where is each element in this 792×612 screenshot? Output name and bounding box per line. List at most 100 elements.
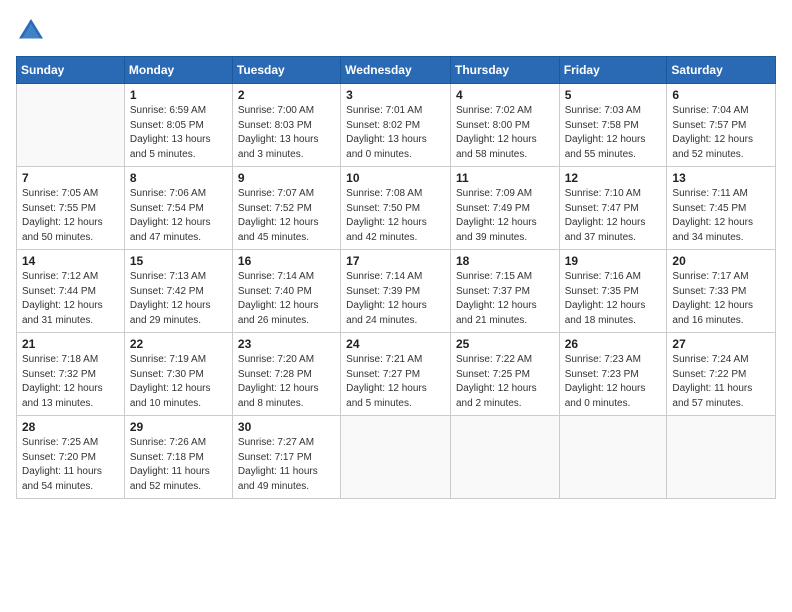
calendar-cell: 23 Sunrise: 7:20 AM Sunset: 7:28 PM Dayli… [232, 333, 340, 416]
calendar-cell: 29 Sunrise: 7:26 AM Sunset: 7:18 PM Dayli… [124, 416, 232, 499]
calendar-cell [450, 416, 559, 499]
logo-icon [16, 16, 46, 46]
day-number: 1 [130, 88, 227, 102]
calendar-cell: 26 Sunrise: 7:23 AM Sunset: 7:23 PM Dayli… [559, 333, 667, 416]
day-info: Sunrise: 7:05 AM Sunset: 7:55 PM Dayligh… [22, 187, 119, 245]
day-number: 12 [565, 171, 662, 185]
day-number: 21 [22, 337, 119, 351]
calendar-cell: 12 Sunrise: 7:10 AM Sunset: 7:47 PM Dayli… [559, 167, 667, 250]
calendar-cell: 18 Sunrise: 7:15 AM Sunset: 7:37 PM Dayli… [450, 250, 559, 333]
day-number: 22 [130, 337, 227, 351]
week-row-5: 28 Sunrise: 7:25 AM Sunset: 7:20 PM Dayli… [17, 416, 776, 499]
column-header-thursday: Thursday [450, 57, 559, 84]
day-info: Sunrise: 7:09 AM Sunset: 7:49 PM Dayligh… [456, 187, 554, 245]
day-number: 17 [346, 254, 445, 268]
day-info: Sunrise: 7:24 AM Sunset: 7:22 PM Dayligh… [672, 353, 770, 411]
calendar-cell: 22 Sunrise: 7:19 AM Sunset: 7:30 PM Dayli… [124, 333, 232, 416]
day-number: 26 [565, 337, 662, 351]
logo [16, 16, 50, 46]
day-number: 6 [672, 88, 770, 102]
calendar-cell: 5 Sunrise: 7:03 AM Sunset: 7:58 PM Daylig… [559, 84, 667, 167]
day-info: Sunrise: 7:11 AM Sunset: 7:45 PM Dayligh… [672, 187, 770, 245]
calendar-cell: 1 Sunrise: 6:59 AM Sunset: 8:05 PM Daylig… [124, 84, 232, 167]
calendar-cell [17, 84, 125, 167]
day-info: Sunrise: 7:15 AM Sunset: 7:37 PM Dayligh… [456, 270, 554, 328]
column-header-sunday: Sunday [17, 57, 125, 84]
day-number: 27 [672, 337, 770, 351]
calendar-cell: 8Sunrise: 7:06 AM Sunset: 7:54 PM Daylig… [124, 167, 232, 250]
day-info: Sunrise: 7:03 AM Sunset: 7:58 PM Dayligh… [565, 104, 662, 162]
day-info: Sunrise: 7:25 AM Sunset: 7:20 PM Dayligh… [22, 436, 119, 494]
day-info: Sunrise: 7:08 AM Sunset: 7:50 PM Dayligh… [346, 187, 445, 245]
day-number: 9 [238, 171, 335, 185]
day-number: 11 [456, 171, 554, 185]
calendar-cell: 27 Sunrise: 7:24 AM Sunset: 7:22 PM Dayli… [667, 333, 776, 416]
day-number: 14 [22, 254, 119, 268]
calendar-cell: 6 Sunrise: 7:04 AM Sunset: 7:57 PM Daylig… [667, 84, 776, 167]
week-row-4: 21 Sunrise: 7:18 AM Sunset: 7:32 PM Dayli… [17, 333, 776, 416]
day-info: Sunrise: 7:14 AM Sunset: 7:39 PM Dayligh… [346, 270, 445, 328]
week-row-2: 7Sunrise: 7:05 AM Sunset: 7:55 PM Daylig… [17, 167, 776, 250]
column-header-wednesday: Wednesday [341, 57, 451, 84]
calendar-cell: 10 Sunrise: 7:08 AM Sunset: 7:50 PM Dayli… [341, 167, 451, 250]
calendar-cell: 11 Sunrise: 7:09 AM Sunset: 7:49 PM Dayli… [450, 167, 559, 250]
column-header-monday: Monday [124, 57, 232, 84]
header-row: SundayMondayTuesdayWednesdayThursdayFrid… [17, 57, 776, 84]
day-number: 4 [456, 88, 554, 102]
day-info: Sunrise: 7:01 AM Sunset: 8:02 PM Dayligh… [346, 104, 445, 162]
day-info: Sunrise: 7:26 AM Sunset: 7:18 PM Dayligh… [130, 436, 227, 494]
page-header [16, 16, 776, 46]
day-number: 5 [565, 88, 662, 102]
day-number: 10 [346, 171, 445, 185]
day-info: Sunrise: 7:07 AM Sunset: 7:52 PM Dayligh… [238, 187, 335, 245]
day-number: 16 [238, 254, 335, 268]
day-info: Sunrise: 7:16 AM Sunset: 7:35 PM Dayligh… [565, 270, 662, 328]
day-info: Sunrise: 7:27 AM Sunset: 7:17 PM Dayligh… [238, 436, 335, 494]
day-number: 18 [456, 254, 554, 268]
day-info: Sunrise: 7:02 AM Sunset: 8:00 PM Dayligh… [456, 104, 554, 162]
calendar-cell: 21 Sunrise: 7:18 AM Sunset: 7:32 PM Dayli… [17, 333, 125, 416]
week-row-3: 14 Sunrise: 7:12 AM Sunset: 7:44 PM Dayli… [17, 250, 776, 333]
day-number: 30 [238, 420, 335, 434]
calendar-table: SundayMondayTuesdayWednesdayThursdayFrid… [16, 56, 776, 499]
day-number: 29 [130, 420, 227, 434]
calendar-cell: 15 Sunrise: 7:13 AM Sunset: 7:42 PM Dayli… [124, 250, 232, 333]
day-info: Sunrise: 7:13 AM Sunset: 7:42 PM Dayligh… [130, 270, 227, 328]
calendar-cell [559, 416, 667, 499]
day-info: Sunrise: 7:00 AM Sunset: 8:03 PM Dayligh… [238, 104, 335, 162]
day-number: 15 [130, 254, 227, 268]
day-number: 2 [238, 88, 335, 102]
day-info: Sunrise: 7:04 AM Sunset: 7:57 PM Dayligh… [672, 104, 770, 162]
day-number: 20 [672, 254, 770, 268]
day-number: 25 [456, 337, 554, 351]
calendar-cell: 13 Sunrise: 7:11 AM Sunset: 7:45 PM Dayli… [667, 167, 776, 250]
week-row-1: 1 Sunrise: 6:59 AM Sunset: 8:05 PM Daylig… [17, 84, 776, 167]
column-header-saturday: Saturday [667, 57, 776, 84]
calendar-cell: 19Sunrise: 7:16 AM Sunset: 7:35 PM Dayli… [559, 250, 667, 333]
calendar-cell [667, 416, 776, 499]
column-header-tuesday: Tuesday [232, 57, 340, 84]
day-info: Sunrise: 7:17 AM Sunset: 7:33 PM Dayligh… [672, 270, 770, 328]
calendar-cell: 16 Sunrise: 7:14 AM Sunset: 7:40 PM Dayli… [232, 250, 340, 333]
calendar-cell: 17 Sunrise: 7:14 AM Sunset: 7:39 PM Dayli… [341, 250, 451, 333]
calendar-cell: 20 Sunrise: 7:17 AM Sunset: 7:33 PM Dayli… [667, 250, 776, 333]
calendar-cell: 14 Sunrise: 7:12 AM Sunset: 7:44 PM Dayli… [17, 250, 125, 333]
day-number: 13 [672, 171, 770, 185]
day-info: Sunrise: 7:20 AM Sunset: 7:28 PM Dayligh… [238, 353, 335, 411]
day-number: 24 [346, 337, 445, 351]
calendar-cell: 25Sunrise: 7:22 AM Sunset: 7:25 PM Dayli… [450, 333, 559, 416]
day-info: Sunrise: 7:14 AM Sunset: 7:40 PM Dayligh… [238, 270, 335, 328]
calendar-cell: 24 Sunrise: 7:21 AM Sunset: 7:27 PM Dayli… [341, 333, 451, 416]
column-header-friday: Friday [559, 57, 667, 84]
calendar-cell: 7Sunrise: 7:05 AM Sunset: 7:55 PM Daylig… [17, 167, 125, 250]
day-info: Sunrise: 7:18 AM Sunset: 7:32 PM Dayligh… [22, 353, 119, 411]
day-info: Sunrise: 6:59 AM Sunset: 8:05 PM Dayligh… [130, 104, 227, 162]
day-info: Sunrise: 7:10 AM Sunset: 7:47 PM Dayligh… [565, 187, 662, 245]
day-number: 28 [22, 420, 119, 434]
day-info: Sunrise: 7:23 AM Sunset: 7:23 PM Dayligh… [565, 353, 662, 411]
day-info: Sunrise: 7:21 AM Sunset: 7:27 PM Dayligh… [346, 353, 445, 411]
day-info: Sunrise: 7:19 AM Sunset: 7:30 PM Dayligh… [130, 353, 227, 411]
day-number: 23 [238, 337, 335, 351]
calendar-cell: 4 Sunrise: 7:02 AM Sunset: 8:00 PM Daylig… [450, 84, 559, 167]
day-info: Sunrise: 7:12 AM Sunset: 7:44 PM Dayligh… [22, 270, 119, 328]
